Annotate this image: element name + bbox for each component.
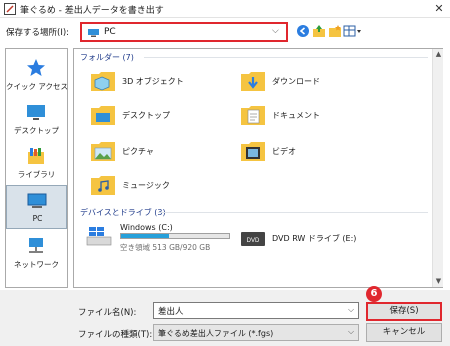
- view-menu-icon[interactable]: [343, 24, 363, 38]
- save-location-label: 保存する場所(I):: [6, 28, 70, 38]
- drive-label: DVD RW ドライブ (E:): [272, 234, 357, 243]
- library-icon: [28, 148, 44, 164]
- list-item[interactable]: ドキュメント: [240, 101, 380, 129]
- sidebar-item-desktop[interactable]: デスクトップ: [6, 97, 67, 139]
- drive-free-space: 空き領域 513 GB/920 GB: [120, 243, 211, 252]
- scroll-up-arrow-icon[interactable]: ▲: [433, 49, 444, 60]
- list-item[interactable]: DVD DVD RW ドライブ (E:): [240, 225, 390, 253]
- sidebar-item-quick-access[interactable]: クイック アクセス: [6, 53, 69, 95]
- filetype-label: ファイルの種類(T):: [78, 330, 153, 340]
- item-label: ビデオ: [272, 147, 296, 156]
- list-item[interactable]: Windows (C:) 空き領域 513 GB/920 GB: [86, 221, 236, 253]
- sidebar-item-label: PC: [32, 214, 43, 223]
- step-number-badge: 6: [366, 286, 382, 302]
- desktop-folder-icon: [91, 106, 115, 125]
- documents-folder-icon: [241, 106, 265, 125]
- new-folder-icon[interactable]: [328, 24, 342, 38]
- windows-drive-icon: [86, 227, 112, 246]
- sidebar-item-network[interactable]: ネットワーク: [6, 231, 67, 273]
- close-button[interactable]: ✕: [428, 0, 450, 18]
- chevron-down-icon[interactable]: ⌵: [348, 327, 354, 337]
- drive-usage-fill: [121, 234, 169, 238]
- item-label: ドキュメント: [272, 111, 320, 120]
- pictures-folder-icon: [91, 142, 115, 161]
- scroll-down-arrow-icon[interactable]: ▼: [433, 276, 444, 287]
- filetype-select[interactable]: 筆ぐるめ差出人ファイル (*.fgs): [153, 324, 359, 341]
- item-label: ダウンロード: [272, 77, 320, 86]
- save-location-dropdown[interactable]: PC ⌵: [80, 22, 288, 42]
- sidebar-item-label: クイック アクセス: [6, 82, 69, 91]
- list-item[interactable]: ピクチャ: [90, 137, 230, 165]
- filename-input[interactable]: 差出人: [153, 302, 359, 319]
- sidebar-item-label: ライブラリ: [17, 170, 56, 179]
- save-location-value: PC: [104, 27, 116, 37]
- back-icon[interactable]: [296, 24, 310, 38]
- up-folder-icon[interactable]: [312, 24, 326, 38]
- item-label: 3D オブジェクト: [122, 77, 184, 86]
- save-button[interactable]: 保存(S): [366, 302, 442, 321]
- dvd-drive-icon: DVD: [241, 232, 265, 246]
- app-icon: [4, 3, 16, 15]
- pc-icon: [88, 29, 99, 37]
- list-item[interactable]: 3D オブジェクト: [90, 67, 230, 95]
- folders-group-header[interactable]: フォルダー (7): [80, 52, 134, 63]
- sidebar-item-label: デスクトップ: [14, 126, 59, 135]
- places-sidebar: クイック アクセス デスクトップ ライブラリ PC ネットワーク: [5, 48, 68, 288]
- 3d-objects-folder-icon: [91, 72, 115, 91]
- vertical-scrollbar[interactable]: ▲ ▼: [432, 49, 443, 287]
- list-item[interactable]: ビデオ: [240, 137, 380, 165]
- list-item[interactable]: ミュージック: [90, 171, 230, 199]
- file-list: フォルダー (7) 3D オブジェクト ダウンロード デスクトップ ドキュメント…: [73, 48, 443, 288]
- sidebar-item-pc[interactable]: PC: [6, 185, 67, 229]
- item-label: ミュージック: [122, 181, 170, 190]
- group-divider: [144, 57, 428, 58]
- list-item[interactable]: デスクトップ: [90, 101, 230, 129]
- videos-folder-icon: [241, 142, 265, 161]
- downloads-folder-icon: [241, 72, 265, 91]
- music-folder-icon: [91, 176, 115, 195]
- pc-icon: [27, 193, 47, 208]
- quick-access-star-icon: [27, 59, 45, 76]
- window-title: 筆ぐるめ - 差出人データを書き出す: [20, 6, 164, 16]
- drives-group-header[interactable]: デバイスとドライブ (3): [80, 207, 166, 218]
- desktop-icon: [27, 105, 45, 120]
- svg-text:DVD: DVD: [247, 238, 260, 244]
- item-label: デスクトップ: [122, 111, 170, 120]
- network-icon: [29, 238, 43, 253]
- cancel-button[interactable]: キャンセル: [366, 323, 442, 342]
- drive-label: Windows (C:): [120, 223, 173, 232]
- chevron-down-icon: ⌵: [272, 26, 279, 36]
- filename-label: ファイル名(N):: [78, 308, 137, 318]
- item-label: ピクチャ: [122, 147, 154, 156]
- sidebar-item-library[interactable]: ライブラリ: [6, 141, 67, 183]
- sidebar-item-label: ネットワーク: [14, 260, 59, 269]
- group-divider: [158, 212, 428, 213]
- drive-usage-bar: [120, 233, 230, 239]
- chevron-down-icon[interactable]: ⌵: [348, 305, 354, 315]
- list-item[interactable]: ダウンロード: [240, 67, 380, 95]
- title-bar: 筆ぐるめ - 差出人データを書き出す ✕: [0, 0, 450, 18]
